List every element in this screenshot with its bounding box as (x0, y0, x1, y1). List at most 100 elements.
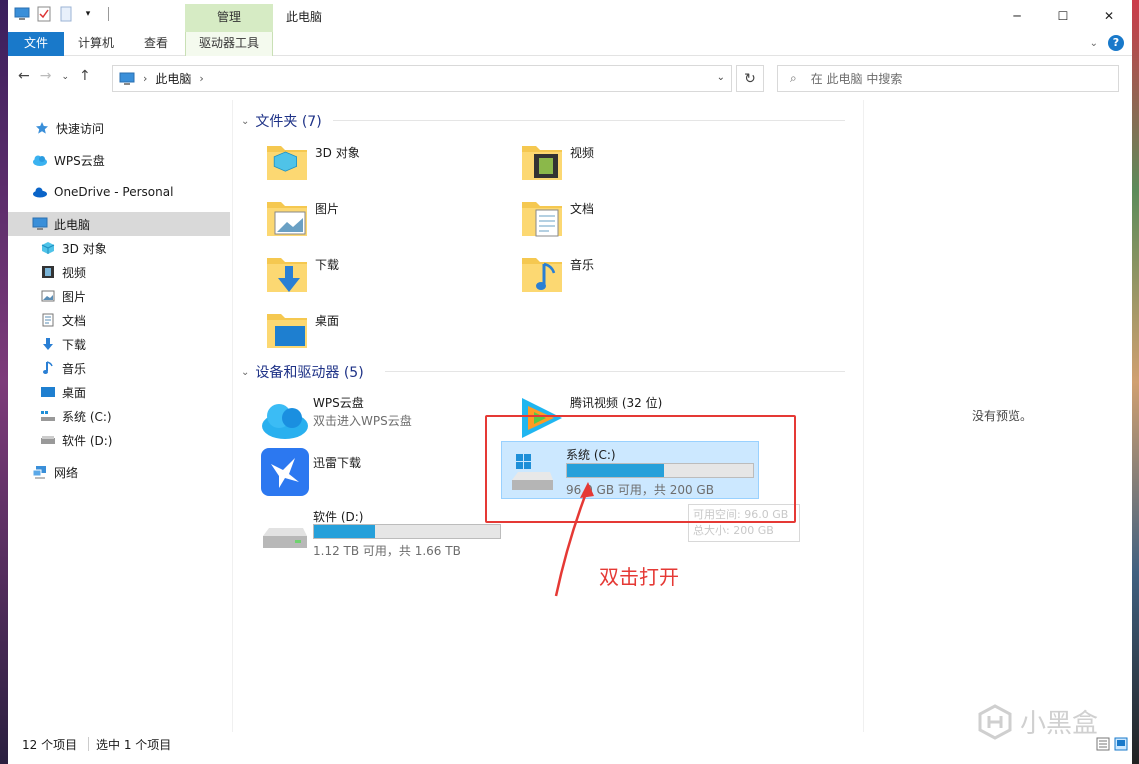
sidebar-item-downloads[interactable]: 下载 (8, 332, 230, 356)
back-arrow-icon[interactable]: ← (18, 68, 30, 84)
new-folder-icon[interactable] (58, 6, 74, 22)
tab-manage[interactable]: 管理 (185, 4, 273, 32)
folder-3d-objects[interactable]: 3D 对象 (265, 140, 495, 190)
ribbon-tabs: 文件 计算机 查看 驱动器工具 ⌄ ? (8, 32, 1132, 56)
group-divider (385, 371, 845, 372)
computer-icon (32, 216, 48, 232)
videos-folder-icon (522, 146, 562, 180)
breadcrumb-chevron-icon[interactable]: › (199, 72, 203, 85)
group-header-folders[interactable]: ⌄ 文件夹 (7) (241, 111, 322, 131)
selected-count: 选中 1 个项目 (96, 737, 172, 752)
collapse-chevron-icon[interactable]: ⌄ (241, 116, 249, 127)
sidebar-item-label: 3D 对象 (62, 241, 107, 256)
help-icon[interactable]: ? (1108, 35, 1124, 51)
window-title: 此电脑 (286, 10, 323, 24)
folder-pictures[interactable]: 图片 (265, 196, 495, 246)
search-input[interactable]: ⌕ 在 此电脑 中搜索 (777, 65, 1119, 92)
sidebar-item-label: 系统 (C:) (62, 409, 112, 424)
recent-locations-icon[interactable]: ⌄ (61, 68, 69, 84)
sidebar-item-videos[interactable]: 视频 (8, 260, 230, 284)
tab-view[interactable]: 查看 (130, 32, 182, 56)
group-divider (333, 120, 845, 121)
music-folder-icon (522, 258, 562, 292)
folder-videos[interactable]: 视频 (520, 140, 750, 190)
sidebar-item-3d-objects[interactable]: 3D 对象 (8, 236, 230, 260)
group-title: 文件夹 (7) (255, 114, 322, 130)
sidebar-item-onedrive[interactable]: OneDrive - Personal (8, 180, 230, 204)
sidebar-item-pictures[interactable]: 图片 (8, 284, 230, 308)
annotation-highlight-box (485, 415, 796, 523)
status-divider (88, 737, 89, 751)
device-name: 迅雷下载 (313, 456, 362, 470)
large-icons-view-icon[interactable] (1114, 737, 1128, 751)
maximize-button[interactable]: ☐ (1040, 0, 1086, 32)
star-icon (34, 120, 50, 136)
computer-icon (14, 6, 30, 22)
d-drive-usage-bar (313, 524, 501, 539)
system-drive-icon (40, 408, 56, 424)
up-arrow-icon[interactable]: ↑ (79, 68, 91, 84)
sidebar-item-label: 下载 (62, 337, 87, 352)
device-xunlei[interactable]: 迅雷下载 (259, 446, 499, 496)
folder-music[interactable]: 音乐 (520, 252, 750, 302)
onedrive-cloud-icon (32, 184, 48, 200)
minimize-button[interactable]: ─ (994, 0, 1040, 32)
folder-label: 图片 (315, 202, 340, 216)
navigation-pane: 快速访问 WPS云盘 OneDrive - Personal 此电脑 3D 对象… (8, 102, 232, 727)
folder-label: 下载 (315, 258, 340, 272)
annotation-label: 双击打开 (599, 565, 679, 589)
address-dropdown-icon[interactable]: ⌄ (717, 72, 725, 83)
sidebar-item-this-pc[interactable]: 此电脑 (8, 212, 230, 236)
tab-computer[interactable]: 计算机 (64, 32, 128, 56)
group-header-devices[interactable]: ⌄ 设备和驱动器 (5) (241, 362, 364, 382)
sidebar-item-label: 音乐 (62, 361, 87, 376)
sidebar-item-desktop[interactable]: 桌面 (8, 380, 230, 404)
device-name: 软件 (D:) (313, 510, 364, 524)
folder-downloads[interactable]: 下载 (265, 252, 495, 302)
file-explorer-window: ▾ 管理 此电脑 ─ ☐ ✕ 文件 计算机 查看 驱动器工具 ⌄ ? ← → ⌄… (8, 0, 1132, 764)
address-bar[interactable]: › 此电脑 › ⌄ (112, 65, 732, 92)
folder-desktop[interactable]: 桌面 (265, 308, 495, 358)
expand-ribbon-icon[interactable]: ⌄ (1090, 38, 1098, 49)
refresh-button[interactable]: ↻ (736, 65, 764, 92)
tab-file[interactable]: 文件 (8, 32, 64, 56)
title-bar: ▾ 管理 此电脑 ─ ☐ ✕ (8, 0, 1132, 32)
downloads-folder-icon (267, 258, 307, 292)
refresh-icon: ↻ (744, 70, 756, 87)
sidebar-item-network[interactable]: 网络 (8, 460, 230, 484)
view-toggle (1096, 737, 1128, 751)
close-button[interactable]: ✕ (1086, 0, 1132, 32)
sidebar-item-c-drive[interactable]: 系统 (C:) (8, 404, 230, 428)
device-name: WPS云盘 (313, 396, 364, 410)
device-name: 腾讯视频 (32 位) (570, 396, 663, 410)
nav-buttons: ← → ⌄ ↑ (18, 68, 91, 84)
customize-qat-icon[interactable]: ▾ (80, 6, 96, 22)
sidebar-item-quick-access[interactable]: 快速访问 (8, 116, 230, 140)
folder-label: 桌面 (315, 314, 340, 328)
wps-cloud-icon (262, 404, 308, 439)
sidebar-item-music[interactable]: 音乐 (8, 356, 230, 380)
properties-icon[interactable] (36, 6, 52, 22)
device-wps-cloud[interactable]: WPS云盘 双击进入WPS云盘 (259, 392, 499, 442)
folder-label: 文档 (570, 202, 595, 216)
desktop-icon (40, 384, 56, 400)
folder-documents[interactable]: 文档 (520, 196, 750, 246)
sidebar-item-label: 快速访问 (56, 121, 105, 136)
breadcrumb-chevron-icon[interactable]: › (143, 72, 147, 85)
sidebar-item-wps-cloud[interactable]: WPS云盘 (8, 148, 230, 172)
sidebar-item-label: 网络 (54, 465, 79, 480)
sidebar-item-label: 软件 (D:) (62, 433, 113, 448)
sidebar-item-label: OneDrive - Personal (54, 185, 174, 199)
sidebar-item-d-drive[interactable]: 软件 (D:) (8, 428, 230, 452)
breadcrumb-this-pc[interactable]: 此电脑 (155, 70, 191, 87)
forward-arrow-icon[interactable]: → (40, 68, 52, 84)
collapse-chevron-icon[interactable]: ⌄ (241, 367, 249, 378)
sidebar-item-documents[interactable]: 文档 (8, 308, 230, 332)
device-capacity: 1.12 TB 可用，共 1.66 TB (313, 544, 461, 558)
desktop-background-right (1132, 0, 1139, 764)
picture-icon (40, 288, 56, 304)
sidebar-item-label: 文档 (62, 313, 87, 328)
status-bar: 12 个项目 选中 1 个项目 (8, 732, 1132, 756)
tab-drive-tools[interactable]: 驱动器工具 (185, 32, 273, 56)
details-view-icon[interactable] (1096, 737, 1110, 751)
